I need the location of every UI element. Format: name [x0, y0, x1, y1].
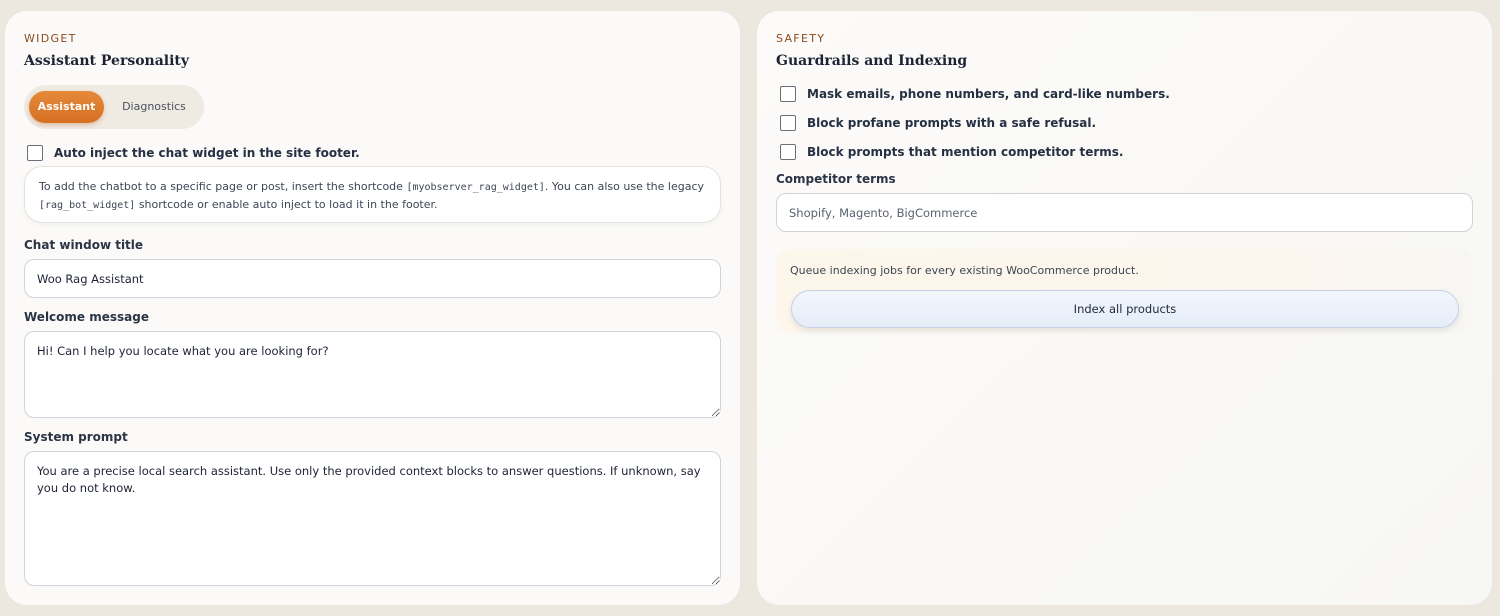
shortcode-primary: [myobserver_rag_widget] — [406, 182, 545, 193]
system-prompt-textarea[interactable]: You are a precise local search assistant… — [24, 451, 721, 586]
block-profane-checkbox[interactable] — [780, 115, 796, 131]
shortcode-help-note: To add the chatbot to a specific page or… — [24, 166, 721, 223]
auto-inject-option[interactable]: Auto inject the chat widget in the site … — [27, 145, 360, 161]
welcome-message-textarea[interactable]: Hi! Can I help you locate what you are l… — [24, 331, 721, 418]
block-competitor-label: Block prompts that mention competitor te… — [807, 145, 1124, 159]
note-text-1: To add the chatbot to a specific page or… — [39, 180, 407, 193]
indexing-box: Queue indexing jobs for every existing W… — [776, 249, 1473, 333]
welcome-message-label: Welcome message — [24, 310, 149, 324]
index-all-products-button[interactable]: Index all products — [791, 290, 1459, 328]
auto-inject-label: Auto inject the chat widget in the site … — [54, 146, 360, 160]
system-prompt-label: System prompt — [24, 430, 128, 444]
safety-panel: SAFETY Guardrails and Indexing Mask emai… — [757, 11, 1492, 605]
shortcode-legacy: [rag_bot_widget] — [39, 200, 136, 211]
competitor-terms-label: Competitor terms — [776, 172, 896, 186]
tab-assistant[interactable]: Assistant — [29, 91, 104, 123]
widget-title: Assistant Personality — [24, 53, 190, 69]
block-competitor-option[interactable]: Block prompts that mention competitor te… — [780, 144, 1123, 160]
note-text-2: . You can also use the legacy — [544, 180, 705, 193]
mask-pii-label: Mask emails, phone numbers, and card-lik… — [807, 87, 1170, 101]
mask-pii-option[interactable]: Mask emails, phone numbers, and card-lik… — [780, 86, 1170, 102]
safety-title: Guardrails and Indexing — [776, 53, 968, 69]
competitor-terms-input[interactable] — [776, 193, 1473, 232]
mask-pii-checkbox[interactable] — [780, 86, 796, 102]
indexing-description: Queue indexing jobs for every existing W… — [790, 264, 1139, 277]
chat-title-input[interactable] — [24, 259, 721, 298]
auto-inject-checkbox[interactable] — [27, 145, 43, 161]
chat-title-label: Chat window title — [24, 238, 144, 252]
note-text-3: shortcode or enable auto inject to load … — [135, 198, 438, 211]
widget-panel: WIDGET Assistant Personality Assistant D… — [5, 11, 740, 605]
safety-eyebrow: SAFETY — [776, 32, 826, 45]
tab-diagnostics[interactable]: Diagnostics — [112, 91, 196, 123]
block-competitor-checkbox[interactable] — [780, 144, 796, 160]
block-profane-label: Block profane prompts with a safe refusa… — [807, 116, 1097, 130]
widget-eyebrow: WIDGET — [24, 32, 77, 45]
personality-tab-switcher: Assistant Diagnostics — [24, 85, 204, 129]
block-profane-option[interactable]: Block profane prompts with a safe refusa… — [780, 115, 1096, 131]
